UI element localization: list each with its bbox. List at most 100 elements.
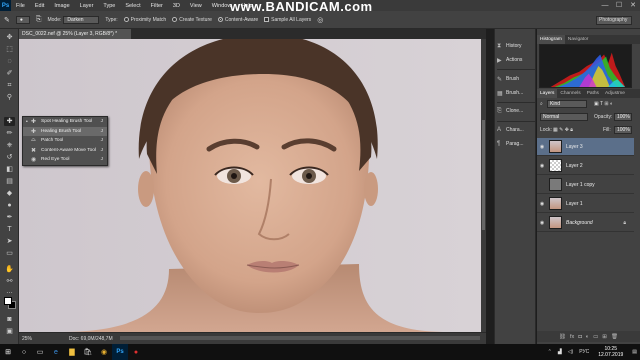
menu-edit[interactable]: Edit [30, 3, 49, 9]
type-tool-icon[interactable]: T [4, 225, 15, 234]
visibility-eye-icon[interactable]: ◉ [537, 144, 547, 150]
sample-all-layers-checkbox[interactable]: Sample All Layers [264, 17, 311, 23]
photoshop-taskbar-icon[interactable]: Ps [112, 344, 128, 360]
tab-adjustments[interactable]: Adjustme [602, 89, 628, 98]
healing-brush-tool-icon[interactable]: ✚ [4, 117, 15, 126]
adjustment-icon[interactable]: ◐ [586, 334, 589, 340]
panel-actions[interactable]: ▶ Actions [495, 52, 537, 68]
file-explorer-icon[interactable]: ▇ [64, 344, 80, 360]
menu-type[interactable]: Type [98, 3, 120, 9]
hand-tool-icon[interactable]: ✋ [4, 265, 15, 274]
record-icon[interactable]: ● [128, 344, 144, 360]
gradient-tool-icon[interactable]: ▤ [4, 177, 15, 186]
visibility-eye-icon[interactable]: ◉ [537, 201, 547, 207]
trash-icon[interactable]: 🗑︎ [611, 334, 618, 340]
flyout-item-red-eye[interactable]: ◉ Red Eye Tool J [23, 155, 107, 165]
clone-stamp-tool-icon[interactable]: ⎈ [4, 141, 15, 150]
task-view-icon[interactable]: ▭ [32, 344, 48, 360]
shape-tool-icon[interactable]: ▭ [4, 249, 15, 258]
menu-file[interactable]: File [11, 3, 30, 9]
folder-icon[interactable]: ▭ [593, 334, 598, 340]
crop-tool-icon[interactable]: ⌗ [4, 81, 15, 90]
menu-view[interactable]: View [185, 3, 207, 9]
clone-source-icon[interactable]: ⎘ [36, 16, 42, 24]
network-icon[interactable]: ▟ [555, 349, 565, 355]
lock-icons[interactable]: ▦ ✎ ✥ 🔒︎ [553, 127, 573, 133]
volume-icon[interactable]: ◁) [565, 349, 577, 355]
dodge-tool-icon[interactable]: ● [4, 201, 15, 210]
visibility-eye-icon[interactable]: ◉ [537, 220, 547, 226]
zoom-tool-icon[interactable]: ⚯ [4, 277, 15, 286]
eraser-tool-icon[interactable]: ◧ [4, 165, 15, 174]
tray-chevron-icon[interactable]: ⌃ [545, 349, 555, 355]
proximity-match-radio[interactable]: Proximity Match [123, 17, 166, 23]
store-icon[interactable]: 🛍︎ [80, 344, 96, 360]
panel-brush-presets[interactable]: ▦ Brush... [495, 85, 537, 101]
workspace-select[interactable]: Photography [596, 16, 632, 25]
menu-select[interactable]: Select [120, 3, 145, 9]
edge-icon[interactable]: e [48, 344, 64, 360]
flyout-item-patch[interactable]: ⌓ Patch Tool J [23, 136, 107, 146]
foreground-color-swatch[interactable] [4, 297, 12, 305]
close-button[interactable]: ✕ [626, 0, 640, 11]
history-brush-tool-icon[interactable]: ↺ [4, 153, 15, 162]
flyout-item-content-aware-move[interactable]: ✖ Content-Aware Move Tool J [23, 146, 107, 156]
new-layer-icon[interactable]: ⊞ [602, 334, 607, 340]
tool-preset-icon[interactable]: ✎ [4, 16, 10, 24]
tab-channels[interactable]: Channels [557, 89, 583, 98]
path-select-tool-icon[interactable]: ➤ [4, 237, 15, 246]
visibility-eye-icon[interactable]: ◉ [537, 163, 547, 169]
fx-icon[interactable]: fx [570, 334, 574, 340]
screen-mode-icon[interactable]: ▣ [4, 327, 15, 336]
menu-filter[interactable]: Filter [146, 3, 168, 9]
windows-start-icon[interactable]: ⊞ [0, 344, 16, 360]
marquee-tool-icon[interactable]: ⬚ [4, 45, 15, 54]
blend-mode-select[interactable]: Normal [540, 113, 588, 121]
more-tools-icon[interactable]: … [4, 287, 15, 296]
layer-row-layer-3[interactable]: ◉ Layer 3 [537, 138, 634, 156]
language-indicator[interactable]: РУС [576, 349, 592, 355]
menu-image[interactable]: Image [49, 3, 74, 9]
blur-tool-icon[interactable]: ◆ [4, 189, 15, 198]
quick-select-tool-icon[interactable]: ✐ [4, 69, 15, 78]
clock[interactable]: 10:25 12.07.2019 [592, 346, 629, 358]
layer-filter-kind[interactable]: Kind [547, 100, 587, 108]
panel-paragraph[interactable]: ¶ Parag... [495, 136, 537, 152]
fill-input[interactable]: 100% [614, 126, 632, 134]
mode-select[interactable]: Darken [63, 15, 100, 24]
move-tool-icon[interactable]: ✥ [4, 33, 15, 42]
pen-tool-icon[interactable]: ✒ [4, 213, 15, 222]
layer-row-layer-1-copy[interactable]: Layer 1 copy [537, 176, 634, 194]
menu-layer[interactable]: Layer [75, 3, 99, 9]
flyout-item-spot-healing[interactable]: • ✚ Spot Healing Brush Tool J [23, 117, 107, 127]
layer-row-layer-1[interactable]: ◉ Layer 1 [537, 195, 634, 213]
link-icon[interactable]: ⛓ [559, 334, 566, 340]
quick-mask-icon[interactable]: ◙ [4, 315, 15, 324]
canvas-area[interactable] [19, 39, 486, 332]
flyout-item-healing-brush[interactable]: ✚ Healing Brush Tool J [23, 126, 107, 136]
brush-tool-icon[interactable]: ✏ [4, 129, 15, 138]
horizontal-scrollbar[interactable] [120, 336, 480, 340]
maximize-button[interactable]: ☐ [612, 0, 626, 11]
eyedropper-tool-icon[interactable]: ⚲ [4, 93, 15, 102]
layer-row-layer-2[interactable]: ◉ Layer 2 [537, 157, 634, 175]
tab-navigator[interactable]: Navigator [565, 35, 592, 44]
chrome-icon[interactable]: ◉ [96, 344, 112, 360]
mask-icon[interactable]: ◘ [578, 334, 581, 340]
panel-clone-source[interactable]: ⎘ Clone... [495, 103, 537, 119]
zoom-level[interactable]: 25% [19, 336, 39, 342]
tab-histogram[interactable]: Histogram [537, 35, 565, 44]
scrollbar-thumb[interactable] [482, 120, 485, 230]
document-tab[interactable]: DSC_0022.nef @ 25% (Layer 3, RGB/8*) * [19, 29, 131, 39]
filter-icon[interactable]: ⌕ [540, 101, 543, 107]
opacity-input[interactable]: 100% [614, 113, 632, 121]
content-aware-radio[interactable]: Content-Aware [217, 17, 258, 23]
notifications-icon[interactable]: ▤ [629, 349, 640, 355]
menu-3d[interactable]: 3D [168, 3, 185, 9]
create-texture-radio[interactable]: Create Texture [172, 17, 212, 23]
search-icon[interactable]: ○ [16, 344, 32, 360]
layer-row-background[interactable]: ◉ Background 🔒︎ [537, 214, 634, 232]
pressure-icon[interactable]: ◎ [317, 16, 323, 24]
filter-type-icons[interactable]: ▣ T ⊞ ◐ [594, 101, 613, 107]
tab-layers[interactable]: Layers [537, 89, 558, 98]
